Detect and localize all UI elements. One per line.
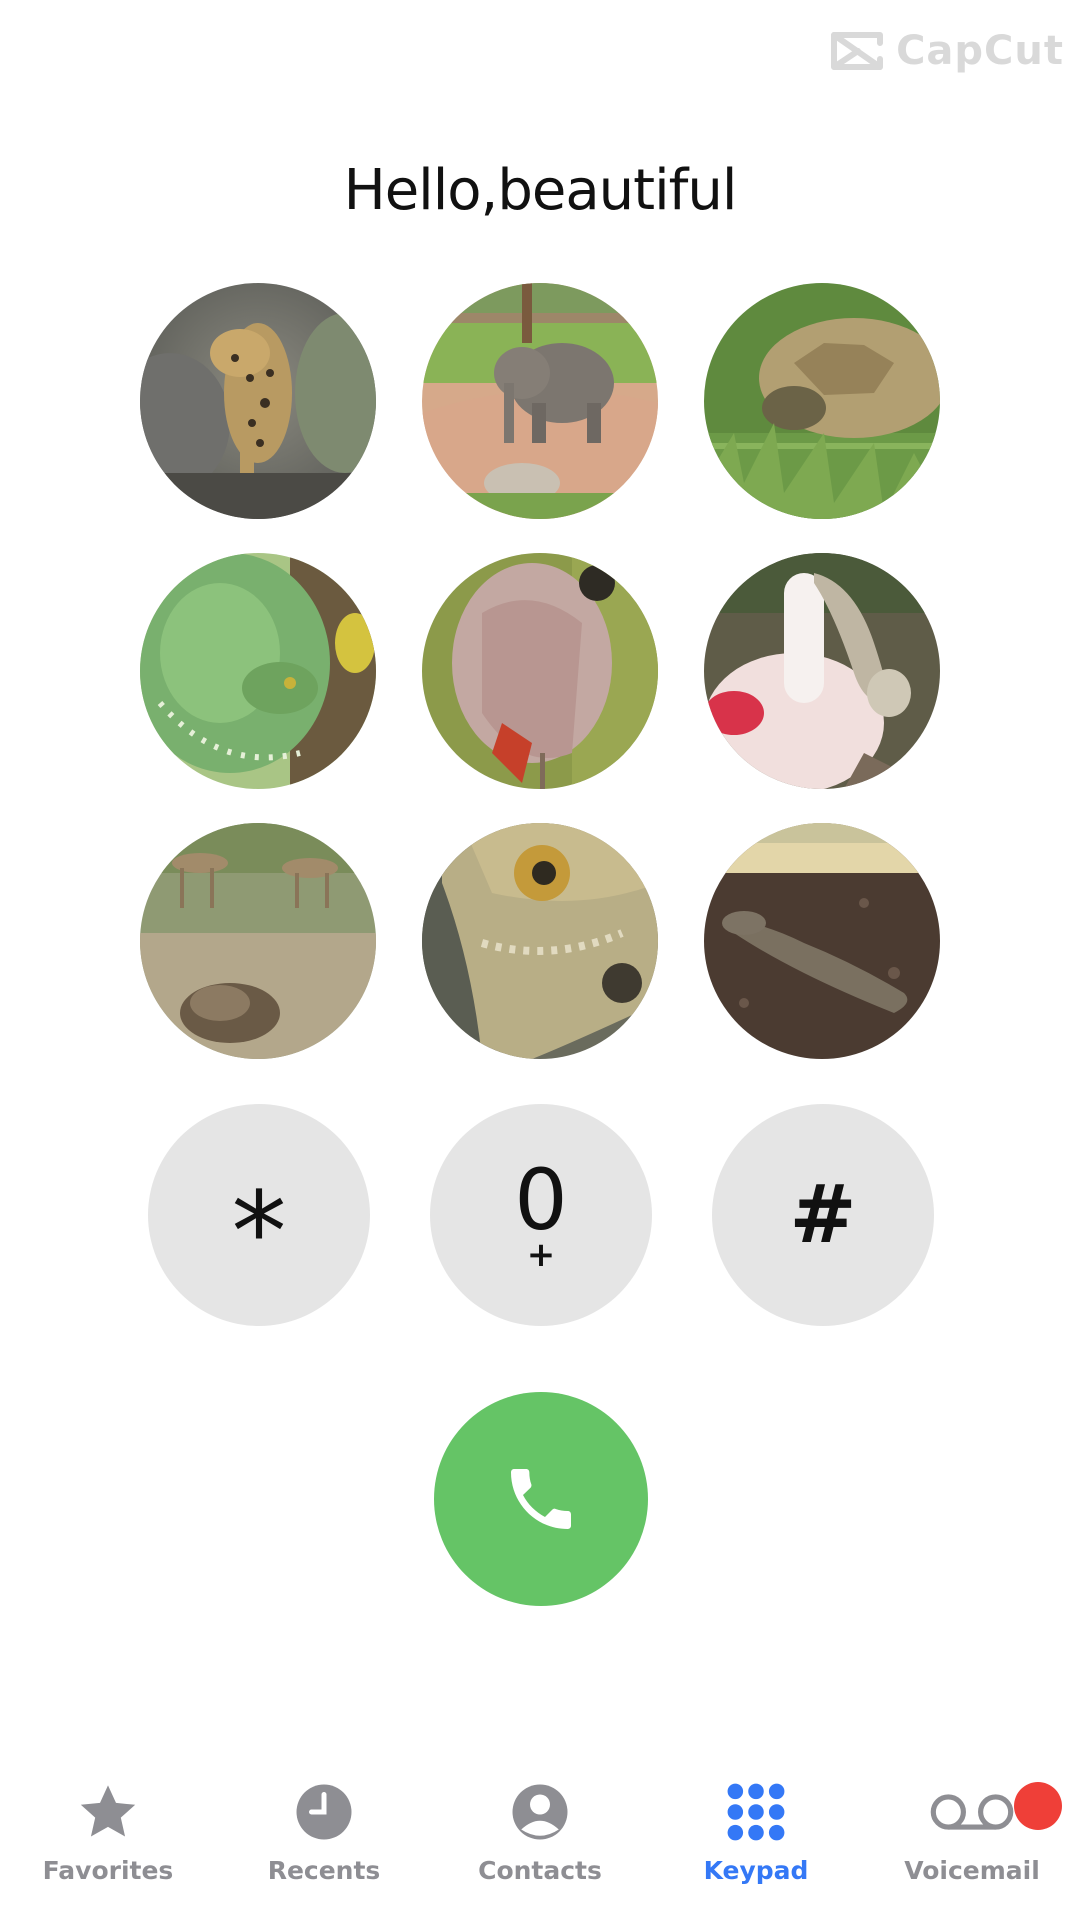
tab-voicemail[interactable]: Voicemail — [864, 1772, 1080, 1920]
key-hash-label: # — [789, 1168, 857, 1261]
key-zero-label: 0 — [514, 1151, 568, 1249]
voicemail-badge — [1014, 1782, 1062, 1830]
keypad-grid-icon — [727, 1783, 785, 1841]
iguana-photo[interactable] — [422, 823, 658, 1059]
voicemail-icon — [930, 1794, 1014, 1830]
tab-voicemail-label: Voicemail — [904, 1856, 1040, 1885]
flamingo-photo[interactable] — [422, 553, 658, 789]
tab-keypad[interactable]: Keypad — [648, 1772, 864, 1920]
capcut-watermark: CapCut — [828, 28, 1064, 74]
tortoise-photo[interactable] — [704, 283, 940, 519]
elephant-photo[interactable] — [422, 283, 658, 519]
tab-contacts[interactable]: Contacts — [432, 1772, 648, 1920]
leopard-photo[interactable] — [140, 283, 376, 519]
key-zero[interactable]: 0 + — [430, 1104, 652, 1326]
tab-keypad-label: Keypad — [703, 1856, 809, 1885]
photo-grid — [140, 283, 940, 1059]
key-zero-sub: + — [526, 1235, 556, 1275]
key-star-label: * — [231, 1168, 287, 1296]
person-icon — [512, 1784, 568, 1840]
capcut-logo-icon — [831, 32, 884, 70]
tab-recents[interactable]: Recents — [216, 1772, 432, 1920]
clock-icon — [296, 1784, 352, 1840]
tab-favorites[interactable]: Favorites — [0, 1772, 216, 1920]
keypad-row: * 0 + # — [148, 1104, 934, 1326]
gazelle-photo[interactable] — [140, 823, 376, 1059]
tab-recents-label: Recents — [267, 1856, 381, 1885]
star-icon — [80, 1785, 136, 1837]
tab-bar: Favorites Recents Contacts Keypad Voicem… — [0, 1772, 1080, 1920]
call-button[interactable] — [434, 1392, 648, 1606]
snake-photo[interactable] — [140, 553, 376, 789]
greeting-title: Hello,beautiful — [343, 158, 738, 223]
key-hash[interactable]: # — [712, 1104, 934, 1326]
tab-favorites-label: Favorites — [42, 1856, 174, 1885]
watermark-text: CapCut — [896, 28, 1064, 74]
tab-contacts-label: Contacts — [478, 1856, 602, 1885]
key-star[interactable]: * — [148, 1104, 370, 1326]
komodo-photo[interactable] — [704, 823, 940, 1059]
spoonbill-photo[interactable] — [704, 553, 940, 789]
phone-icon — [511, 1469, 571, 1529]
